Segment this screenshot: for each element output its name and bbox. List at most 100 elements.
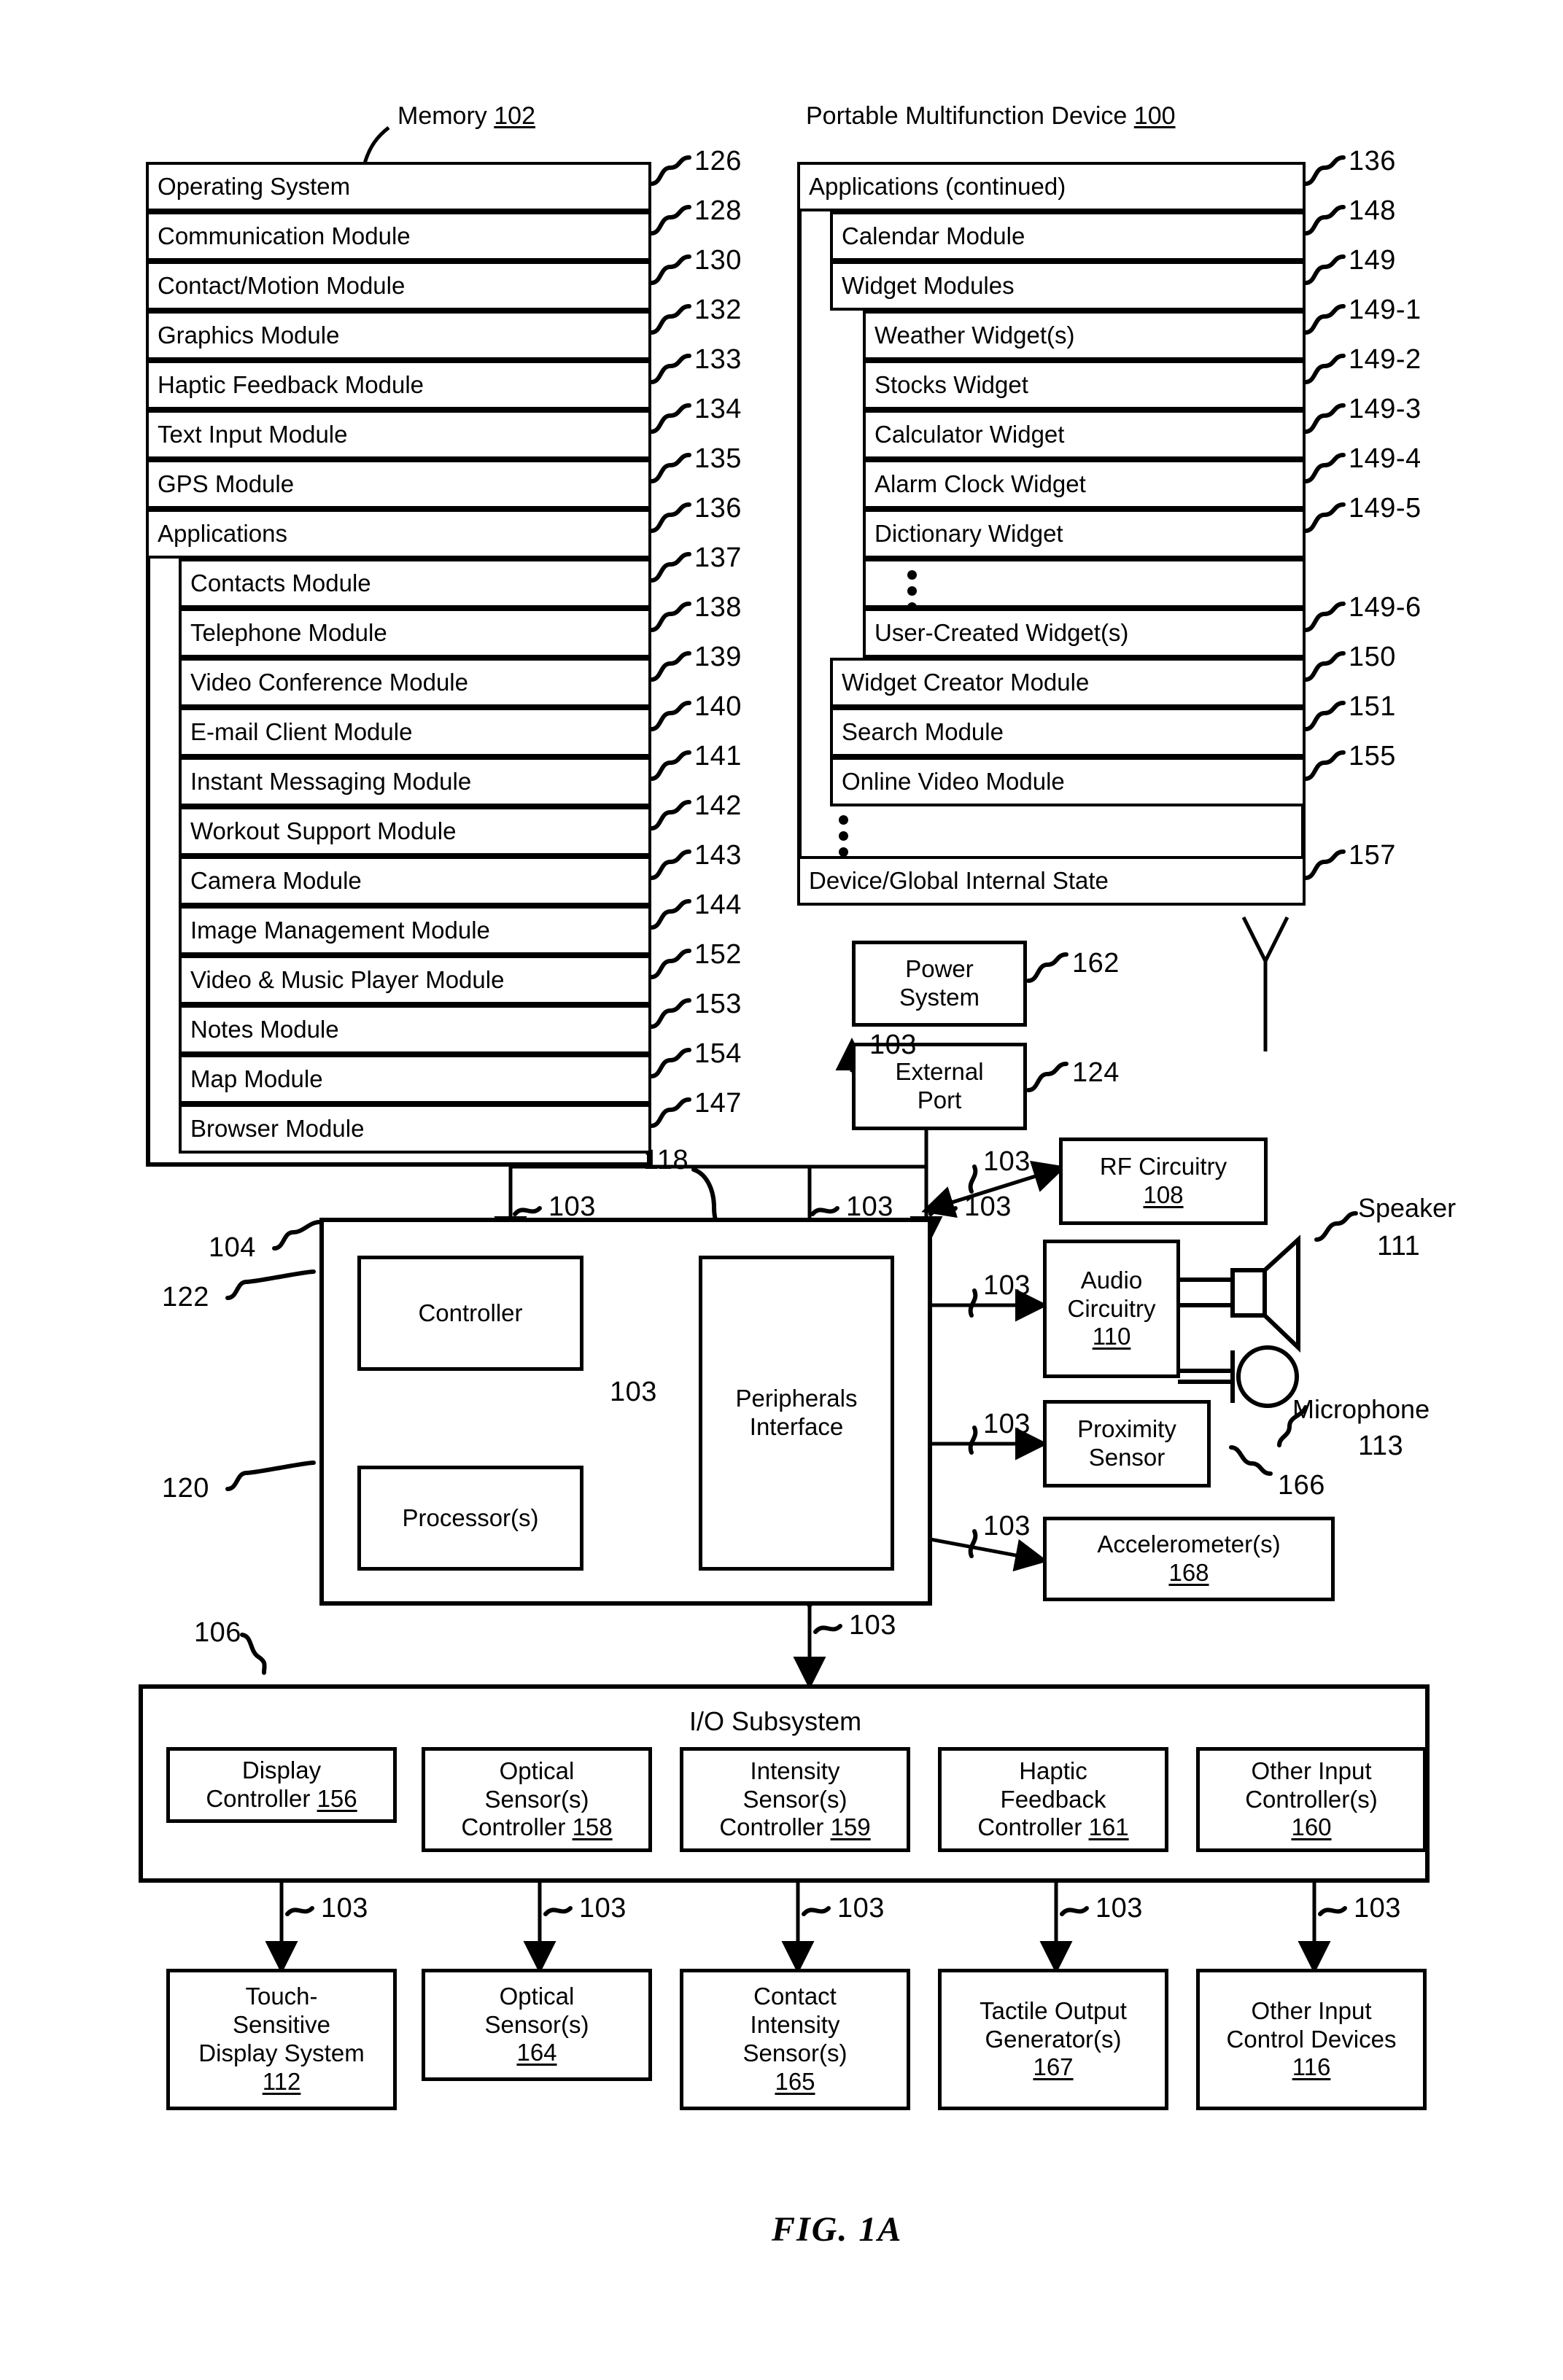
ref-152: 152 [694, 939, 742, 970]
device-row-5: Calculator Widget [863, 410, 1306, 459]
io-subsystem-title: I/O Subsystem [689, 1706, 862, 1736]
device-row-label: Calendar Module [842, 222, 1025, 249]
ref-149-6: 149-6 [1349, 592, 1422, 623]
memory-row-4: Haptic Feedback Module [146, 360, 651, 410]
controller-box: Controller [357, 1256, 583, 1371]
device-row-label: Stocks Widget [874, 370, 1028, 398]
memory-row-label: Telephone Module [190, 618, 387, 646]
memory-row-label: Contact/Motion Module [158, 271, 406, 299]
rf-circuitry-box: RF Circuitry 108 [1059, 1138, 1268, 1225]
bus-ref-extport-elbow: 103 [869, 1030, 917, 1060]
ref-151: 151 [1349, 691, 1396, 722]
touch-sensitive-display-box: Touch- Sensitive Display System 112 [166, 1969, 397, 2110]
intensity-sensor-controller-line2: Sensor(s) [742, 1785, 848, 1813]
controller-label: Controller [418, 1299, 523, 1326]
ref-126: 126 [694, 146, 742, 176]
ref-104: 104 [209, 1232, 256, 1263]
device-row-label: Calculator Widget [874, 420, 1065, 448]
ref-141: 141 [694, 741, 742, 771]
vertical-ellipsis-icon [907, 569, 917, 612]
device-row-label: Weather Widget(s) [874, 321, 1075, 349]
ref-140: 140 [694, 691, 742, 722]
tactile-output-line1: Tactile Output [980, 1996, 1127, 2024]
device-row-10: Widget Creator Module [830, 658, 1306, 707]
device-row-11: Search Module [830, 707, 1306, 757]
memory-row-0: Operating System [146, 162, 651, 211]
rf-circuitry-label: RF Circuitry [1099, 1153, 1227, 1181]
proximity-sensor-box: Proximity Sensor [1043, 1400, 1211, 1488]
device-row-2: Widget Modules [830, 261, 1306, 311]
ref-134: 134 [694, 394, 742, 424]
device-row-label: Device/Global Internal State [809, 866, 1109, 894]
touch-display-number: 112 [262, 2067, 301, 2095]
contact-intensity-sensor-box: Contact Intensity Sensor(s) 165 [680, 1969, 910, 2110]
optical-sensor-controller-line2: Sensor(s) [484, 1785, 589, 1813]
device-row-label: Online Video Module [842, 767, 1065, 795]
audio-circuitry-line1: Audio [1080, 1266, 1143, 1294]
bus-ref-contact-intensity: 103 [837, 1893, 885, 1924]
device-row-label: Widget Modules [842, 271, 1015, 299]
touch-display-line3: Display System [198, 2039, 365, 2066]
other-input-controller-line2: Controller(s) [1245, 1785, 1378, 1813]
memory-row-label: Text Input Module [158, 420, 348, 448]
memory-row-label: Notes Module [190, 1015, 339, 1043]
memory-row-label: Communication Module [158, 222, 411, 249]
memory-row-18: Map Module [179, 1054, 651, 1104]
haptic-feedback-controller-box: Haptic Feedback Controller 161 [938, 1747, 1168, 1852]
memory-row-label: Camera Module [190, 866, 362, 894]
memory-row-9: Telephone Module [179, 608, 651, 658]
bus-ref-io: 103 [849, 1610, 896, 1641]
ref-166: 166 [1278, 1470, 1325, 1501]
memory-row-6: GPS Module [146, 459, 651, 509]
other-input-controller-line1: Other Input [1251, 1757, 1372, 1784]
optical-sensor-box: Optical Sensor(s) 164 [422, 1969, 652, 2081]
ref-149-3: 149-3 [1349, 394, 1422, 424]
device-row-1: Calendar Module [830, 211, 1306, 261]
display-controller-box: Display Controller 156 [166, 1747, 397, 1823]
accelerometer-label: Accelerometer(s) [1097, 1531, 1281, 1558]
device-row-6: Alarm Clock Widget [863, 459, 1306, 509]
bus-ref-other-input: 103 [1354, 1893, 1401, 1924]
ref-130: 130 [694, 245, 742, 276]
optical-sensor-number: 164 [516, 2039, 557, 2066]
memory-row-16: Video & Music Player Module [179, 955, 651, 1005]
device-row-3: Weather Widget(s) [863, 311, 1306, 360]
intensity-sensor-controller-box: Intensity Sensor(s) Controller 159 [680, 1747, 910, 1852]
memory-row-3: Graphics Module [146, 311, 651, 360]
microphone-label: Microphone [1292, 1394, 1430, 1424]
intensity-sensor-controller-line3: Controller 159 [719, 1813, 871, 1841]
device-row-label: Alarm Clock Widget [874, 470, 1086, 497]
audio-circuitry-line2: Circuitry [1067, 1294, 1156, 1322]
contact-intensity-line3: Sensor(s) [742, 2039, 848, 2066]
contact-intensity-number: 165 [775, 2067, 815, 2095]
device-row-9: User-Created Widget(s) [863, 608, 1306, 658]
ref-147: 147 [694, 1088, 742, 1119]
ref-133: 133 [694, 344, 742, 375]
ref-132: 132 [694, 295, 742, 325]
device-row-label: Applications (continued) [809, 172, 1066, 200]
ref-106: 106 [194, 1617, 241, 1648]
memory-row-7: Applications [146, 509, 651, 559]
power-system-line2: System [899, 984, 980, 1011]
ref-150: 150 [1349, 642, 1396, 672]
memory-row-11: E-mail Client Module [179, 707, 651, 757]
ref-120: 120 [162, 1473, 209, 1504]
ref-135: 135 [694, 443, 742, 474]
optical-sensor-line1: Optical [499, 1982, 575, 2010]
optical-sensor-line2: Sensor(s) [484, 2010, 589, 2038]
optical-sensor-controller-line1: Optical [499, 1757, 575, 1784]
memory-row-5: Text Input Module [146, 410, 651, 459]
device-row-12: Online Video Module [830, 757, 1306, 806]
memory-row-label: Workout Support Module [190, 817, 457, 844]
contact-intensity-line1: Contact [753, 1983, 837, 2010]
memory-row-label: Browser Module [190, 1114, 365, 1142]
tactile-output-line2: Generator(s) [985, 2025, 1122, 2053]
memory-row-13: Workout Support Module [179, 806, 651, 856]
memory-row-17: Notes Module [179, 1005, 651, 1054]
touch-display-line2: Sensitive [233, 2011, 330, 2039]
device-row-label: Search Module [842, 718, 1004, 745]
other-input-devices-number: 116 [1292, 2053, 1331, 2081]
device-row-label: Dictionary Widget [874, 519, 1063, 547]
speaker-label: Speaker [1358, 1193, 1457, 1223]
processor-box: Processor(s) [357, 1466, 583, 1571]
